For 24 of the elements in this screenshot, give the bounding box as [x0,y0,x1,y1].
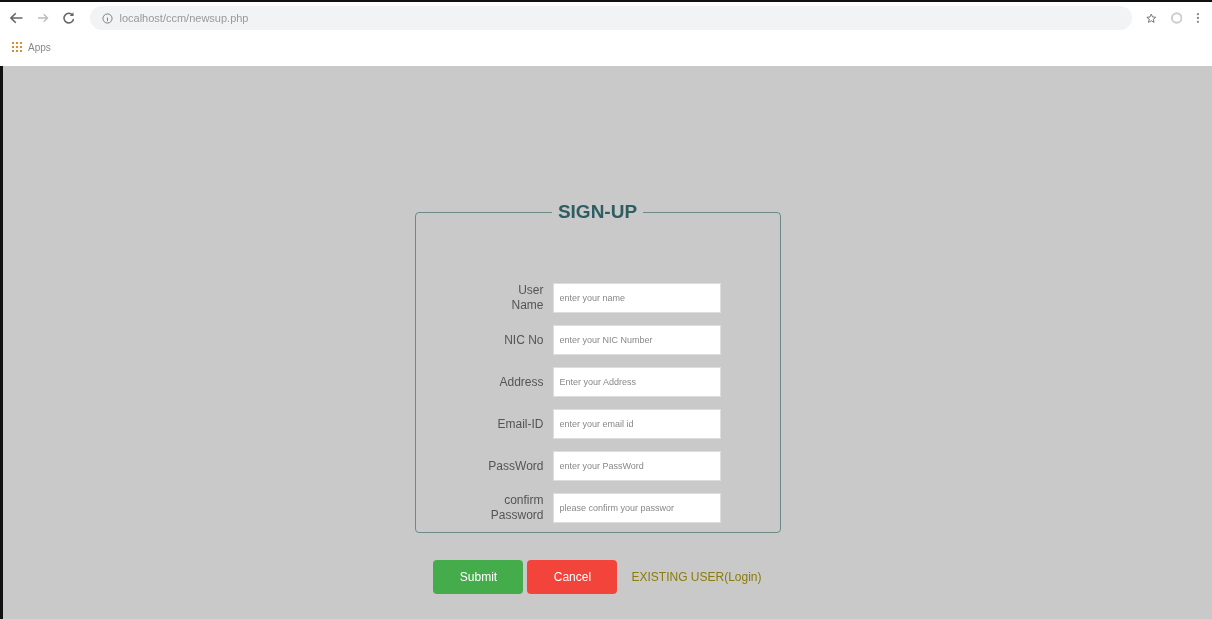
star-icon[interactable] [1146,12,1157,24]
menu-icon[interactable] [1196,12,1200,24]
input-field[interactable]: enter your email id [552,409,721,439]
field-label: PassWord [487,458,544,474]
field-label: NIC No [503,332,544,348]
field-label: confirm Password [489,493,544,523]
field-label: Address [498,374,544,390]
info-icon[interactable] [102,12,114,24]
field-label: User Name [510,283,544,313]
input-field[interactable]: enter your name [552,283,721,313]
input-field[interactable]: Enter your Address [552,367,721,397]
submit-button[interactable]: Submit [433,560,524,594]
input-field[interactable]: please confirm your passwor [552,493,721,523]
bookmark-link[interactable]: Apps [12,41,51,53]
input-field[interactable]: enter your NIC Number [552,325,721,355]
back-icon[interactable] [10,12,24,24]
field-label: Email-ID [496,416,544,432]
form-title: SIGN-UP [556,201,639,223]
login-link[interactable]: EXISTING USER(Login) [631,570,762,584]
apps-grid-icon [12,42,22,52]
input-field[interactable]: enter your PassWord [552,451,721,481]
cancel-button[interactable]: Cancel [527,560,618,594]
reload-icon[interactable] [62,12,75,24]
address-bar[interactable]: localhost/ccm/newsup.php [90,6,1133,30]
